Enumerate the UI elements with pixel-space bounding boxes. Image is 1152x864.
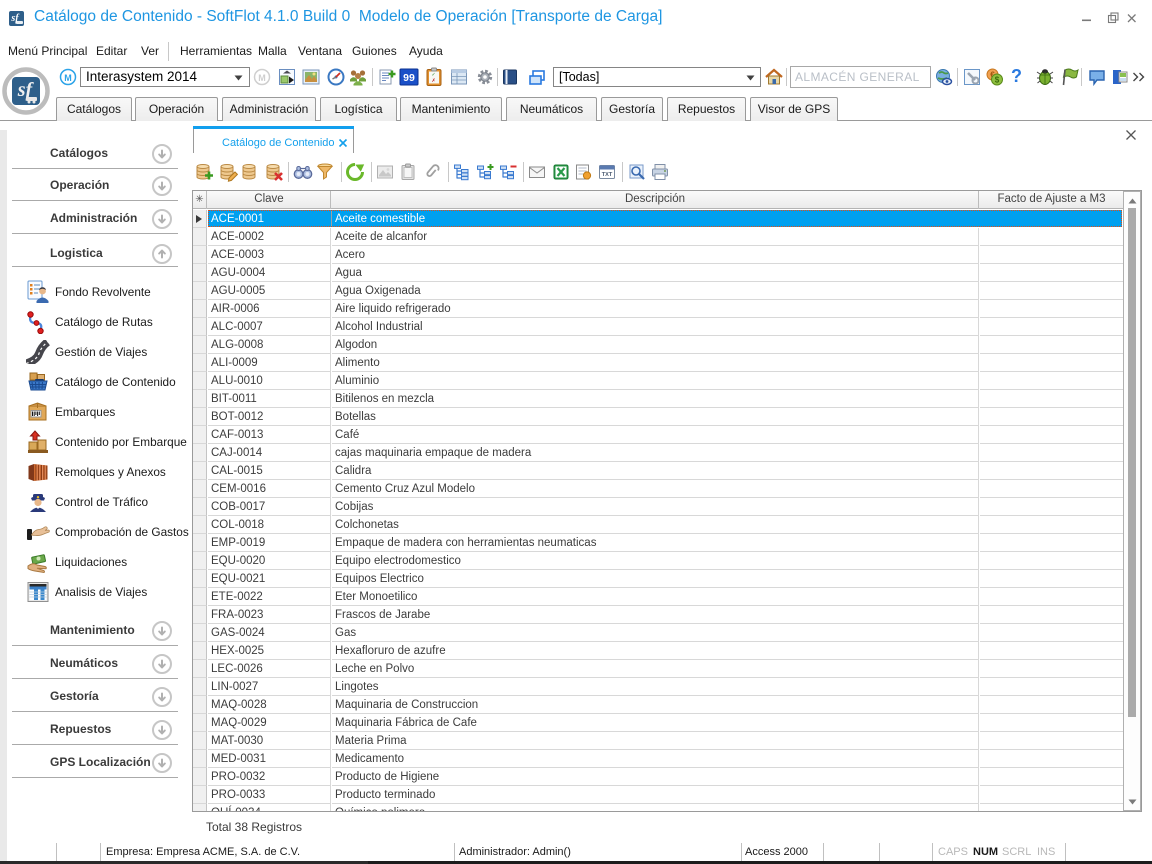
svg-text:TXT: TXT (602, 172, 613, 178)
svg-text:99: 99 (403, 72, 415, 84)
svg-text:✗: ✗ (432, 78, 436, 84)
svg-text:M: M (64, 73, 72, 83)
svg-text:M: M (258, 73, 266, 83)
svg-text:$: $ (995, 76, 1000, 85)
